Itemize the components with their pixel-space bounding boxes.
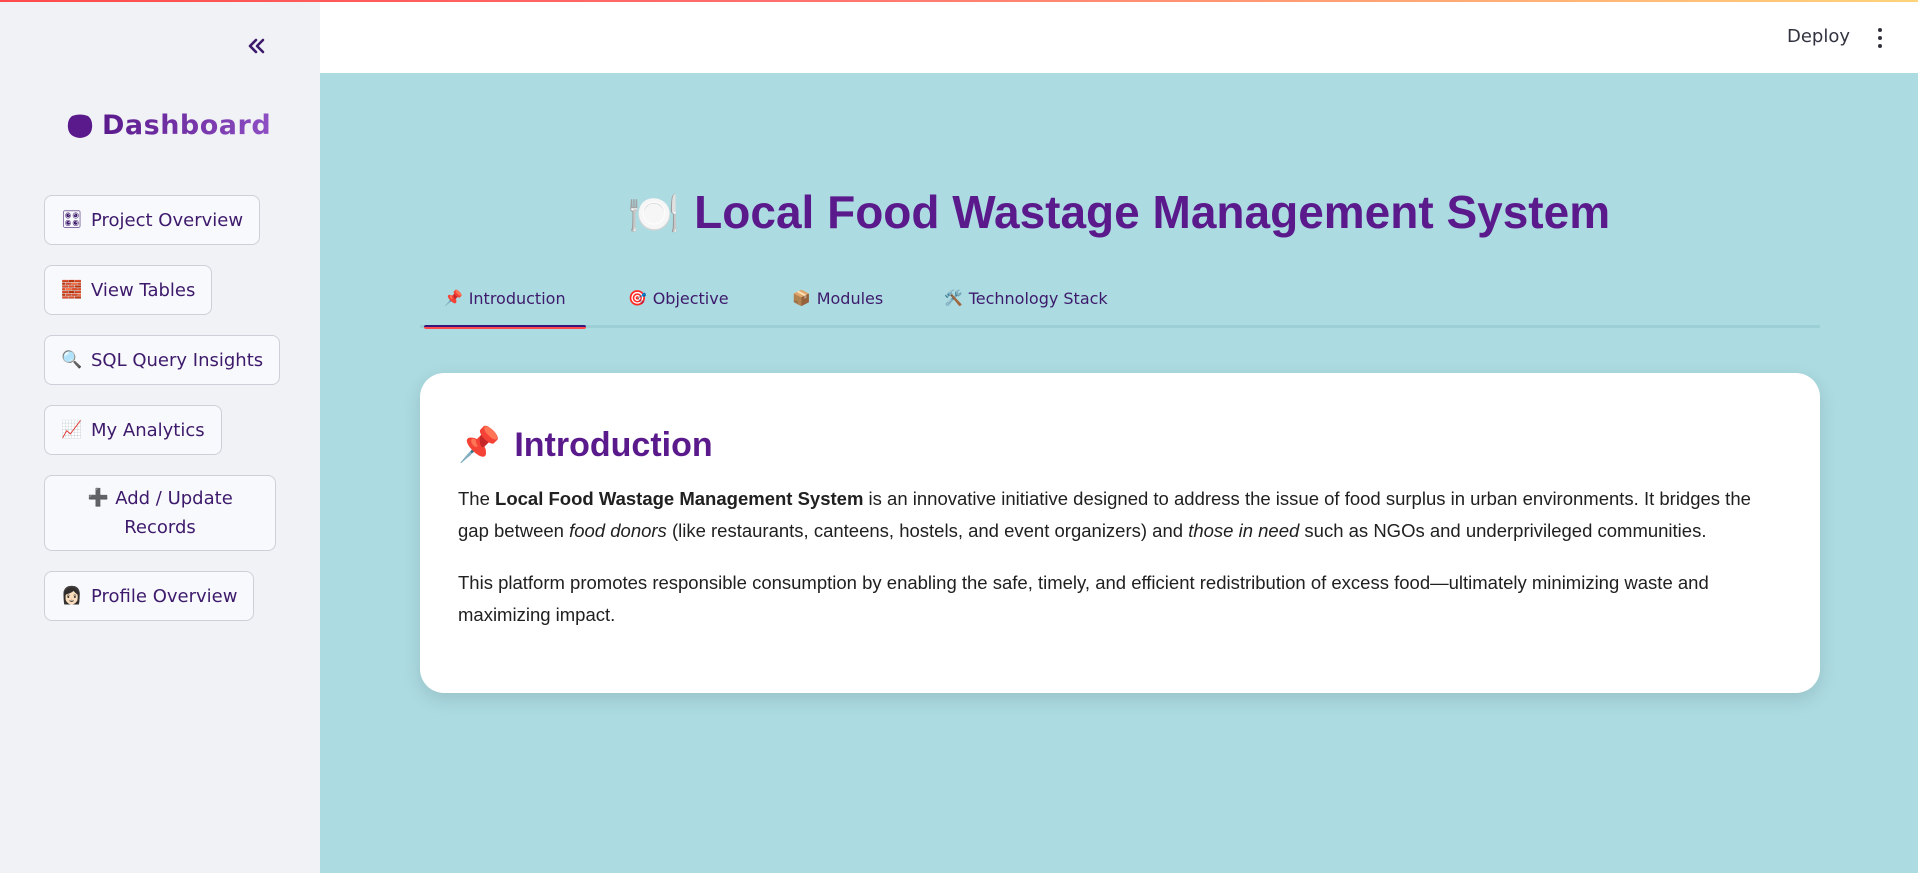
page-title-text: Local Food Wastage Management System — [694, 186, 1611, 238]
pushpin-icon: 📌 — [444, 289, 463, 307]
sidebar-item-label: Add / Update — [115, 487, 233, 509]
sidebar-item-label: Project Overview — [91, 209, 244, 231]
sidebar-item-label: SQL Query Insights — [91, 349, 264, 371]
vertical-dots-icon[interactable] — [1870, 24, 1890, 52]
magnifier-icon: 🔍 — [61, 350, 83, 370]
collapse-sidebar-button[interactable] — [242, 32, 270, 60]
italic-run: food donors — [569, 520, 667, 541]
brick-icon: 🧱 — [61, 280, 83, 300]
tab-objective[interactable]: 🎯 Objective — [628, 289, 729, 325]
tab-technology-stack[interactable]: 🛠️ Technology Stack — [944, 289, 1108, 325]
tab-label: Introduction — [468, 289, 566, 308]
sidebar-item-my-analytics[interactable]: 📈 My Analytics — [44, 405, 222, 455]
tab-label: Objective — [652, 289, 729, 308]
sidebar-item-project-overview[interactable]: 🎛 Project Overview — [44, 195, 261, 245]
sidebar-item-view-tables[interactable]: 🧱 View Tables — [44, 265, 213, 315]
package-icon: 📦 — [792, 289, 811, 307]
page-title: 🍽️ Local Food Wastage Management System — [320, 185, 1918, 239]
chart-increasing-icon: 📈 — [61, 420, 83, 440]
tab-introduction[interactable]: 📌 Introduction — [424, 289, 586, 329]
tools-icon: 🛠️ — [944, 289, 963, 307]
sidebar-brand: Dashboard — [66, 110, 271, 141]
text-run: (like restaurants, canteens, hostels, an… — [666, 520, 1189, 541]
sidebar-item-profile-overview[interactable]: 👩🏻 Profile Overview — [44, 571, 255, 621]
brand-label: Dashboard — [102, 110, 272, 141]
introduction-card: 📌 Introduction The Local Food Wastage Ma… — [420, 373, 1820, 693]
text-run: such as NGOs and underprivileged communi… — [1299, 520, 1707, 541]
tab-label: Technology Stack — [968, 289, 1108, 308]
purple-circle-icon — [67, 114, 93, 138]
text-run: The — [458, 488, 496, 509]
top-header: Deploy — [320, 2, 1918, 73]
control-knobs-icon: 🎛 — [61, 210, 83, 230]
intro-paragraph-2: This platform promotes responsible consu… — [458, 572, 1709, 625]
woman-icon: 👩🏻 — [61, 586, 83, 606]
tab-label: Modules — [816, 289, 884, 308]
sidebar: Dashboard 🎛 Project Overview 🧱 View Tabl… — [0, 2, 320, 873]
sidebar-item-label: View Tables — [91, 279, 196, 301]
sidebar-item-label: My Analytics — [91, 419, 205, 441]
plus-icon: ➕ — [87, 487, 109, 508]
target-icon: 🎯 — [628, 289, 647, 307]
card-heading-text: Introduction — [514, 425, 713, 464]
plate-cutlery-icon: 🍽️ — [627, 190, 681, 237]
intro-paragraph-1: The Local Food Wastage Management System… — [458, 483, 1782, 547]
main-content: 🍽️ Local Food Wastage Management System 📌… — [320, 73, 1918, 873]
sidebar-item-label-line2: Records — [124, 517, 196, 538]
sidebar-item-label: Profile Overview — [91, 585, 238, 607]
tab-bar: 📌 Introduction 🎯 Objective 📦 Modules 🛠️ … — [420, 273, 1820, 329]
deploy-button[interactable]: Deploy — [1787, 26, 1850, 47]
double-chevron-left-icon — [248, 38, 265, 54]
sidebar-item-sql-query-insights[interactable]: 🔍 SQL Query Insights — [44, 335, 281, 385]
tab-modules[interactable]: 📦 Modules — [792, 289, 883, 325]
card-heading: 📌 Introduction — [458, 425, 1782, 465]
pushpin-icon: 📌 — [458, 426, 501, 464]
italic-run: those in need — [1188, 520, 1300, 541]
bold-run: Local Food Wastage Management System — [495, 488, 864, 509]
sidebar-item-add-update-records[interactable]: ➕ Add / Update Records — [44, 475, 276, 551]
